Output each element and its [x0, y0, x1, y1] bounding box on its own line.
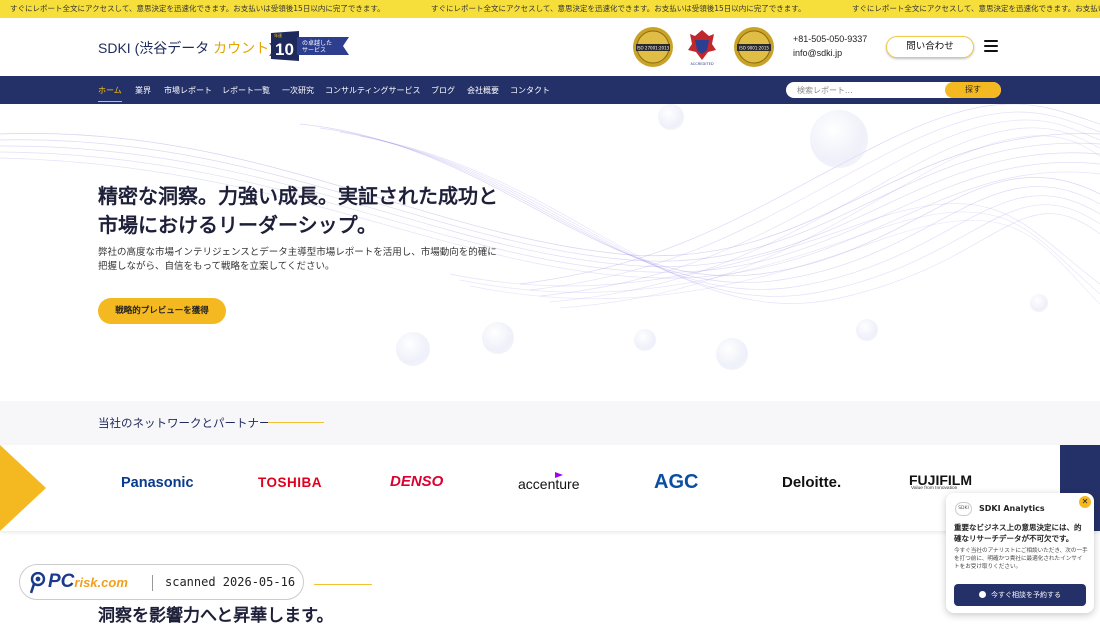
book-consultation-label: 今すぐ相談を予約する — [991, 591, 1061, 599]
chat-heading: 重要なビジネス上の意思決定には、的確なリサーチデータが不可欠です。 — [954, 523, 1082, 543]
decorative-bubble — [856, 319, 878, 341]
ticker-item: すぐにレポート全文にアクセスして、意思決定を迅速化できます。お支払いは受領後15… — [430, 4, 806, 13]
iso-27001-badge: ISO 27001:2013 — [633, 27, 673, 67]
decorative-bubble — [658, 104, 684, 130]
partners-header: 当社のネットワークとパートナー — [0, 401, 1100, 445]
watermark-divider — [152, 575, 153, 591]
arrow-decoration — [0, 445, 46, 531]
partner-logo-toshiba: TOSHIBA — [258, 475, 323, 490]
badge-label: ISO 9001:2015 — [739, 46, 769, 51]
clock-icon — [979, 591, 986, 598]
hero-title: 精密な洞察。力強い成長。実証された成功と市場におけるリーダーシップ。 — [98, 184, 498, 237]
badge-label: ACCREDITED — [690, 62, 713, 66]
hero-section: 精密な洞察。力強い成長。実証された成功と市場におけるリーダーシップ。 弊社の高度… — [0, 104, 1100, 401]
nav-item-primary-research[interactable]: 一次研究 — [282, 85, 314, 96]
partner-logos-strip: Panasonic TOSHIBA DENSO accenture AGC De… — [0, 445, 1100, 531]
ticker-item: すぐにレポート全文にアクセスして、意思決定を迅速化できます。お支払いは受領後15… — [851, 4, 1100, 13]
email-address[interactable]: info@sdki.jp — [793, 46, 867, 60]
phone-number[interactable]: +81-505-050-9337 — [793, 32, 867, 46]
nav-item-industries[interactable]: 業界 — [135, 85, 151, 96]
announcement-ticker: すぐにレポート全文にアクセスして、意思決定を迅速化できます。お支払いは受領後15… — [0, 0, 1100, 18]
award-line2: サービス — [302, 46, 326, 54]
accredited-badge: ACCREDITED — [688, 30, 716, 66]
title-underline — [314, 584, 372, 585]
watermark-brand-suffix: risk.com — [74, 575, 128, 590]
site-logo[interactable]: SDKI (渋谷データ カウント) — [98, 38, 274, 58]
chat-body: 今すぐ当社のアナリストにご相談いただき、次の一手を打つ前に、明確かつ貴社に最適化… — [954, 548, 1088, 570]
search-button[interactable]: 探す — [945, 82, 1001, 98]
award-number: 10 — [275, 40, 294, 59]
partner-logo-panasonic: Panasonic — [121, 475, 194, 491]
close-icon[interactable]: ✕ — [1079, 496, 1091, 508]
menu-icon[interactable] — [984, 40, 998, 52]
book-consultation-button[interactable]: 今すぐ相談を予約する — [954, 584, 1086, 606]
fujifilm-tagline: Value from Innovation — [911, 486, 958, 491]
search-bar: 探す — [786, 82, 1001, 98]
nav-item-home[interactable]: ホーム — [98, 85, 122, 102]
decorative-bubble — [1030, 294, 1048, 312]
partner-logo-agc: AGC — [654, 471, 699, 493]
partner-logo-denso: DENSO — [390, 473, 444, 490]
site-header: SDKI (渋谷データ カウント) 年連 10 の卓越した サービス ISO 2… — [0, 18, 1100, 76]
decorative-bubble — [482, 322, 514, 354]
nav-item-report-list[interactable]: レポート一覧 — [222, 85, 270, 96]
nav-item-about[interactable]: 会社概要 — [467, 85, 499, 96]
insights-title: 洞察を影響力へと昇華します。 — [98, 606, 334, 626]
award-line1: の卓越した — [302, 39, 332, 47]
main-nav: ホーム 業界 市場レポート レポート一覧 一次研究 コンサルティングサービス ブ… — [0, 76, 1100, 104]
nav-item-contact[interactable]: コンタクト — [510, 85, 550, 96]
nav-item-consulting[interactable]: コンサルティングサービス — [325, 85, 421, 96]
decorative-bubble — [634, 329, 656, 351]
ticker-item: すぐにレポート全文にアクセスして、意思決定を迅速化できます。お支払いは受領後15… — [10, 4, 385, 13]
logo-main: SDKI (渋谷データ — [98, 40, 214, 56]
partner-logo-accenture: accenture — [518, 476, 580, 492]
decorative-bubble — [716, 338, 748, 370]
award-small: 年連 — [274, 32, 282, 38]
search-input[interactable] — [786, 82, 946, 98]
strategic-preview-button[interactable]: 戦略的プレビューを獲得 — [98, 298, 226, 324]
partner-logo-deloitte: Deloitte. — [782, 474, 842, 491]
ten-year-award-badge: 年連 10 の卓越した サービス — [271, 31, 349, 61]
badge-label: ISO 27001:2013 — [637, 46, 670, 51]
title-underline — [268, 422, 324, 423]
partners-title: 当社のネットワークとパートナー — [98, 416, 271, 430]
chat-avatar: SDKI — [955, 502, 972, 516]
accenture-chevron-icon — [555, 472, 563, 478]
watermark-logo: PCrisk.com — [48, 571, 128, 593]
scan-watermark: PCrisk.com scanned 2026-05-16 — [19, 564, 304, 600]
logo-accent: カウント — [213, 40, 270, 56]
inquiry-button[interactable]: 問い合わせ — [886, 36, 974, 58]
watermark-text: scanned 2026-05-16 — [165, 575, 296, 589]
watermark-brand: PC — [48, 571, 75, 592]
magnifier-icon — [30, 572, 46, 594]
decorative-bubble — [810, 110, 868, 168]
decorative-bubble — [396, 332, 430, 366]
contact-block: +81-505-050-9337 info@sdki.jp — [793, 32, 867, 60]
chat-widget: ✕ SDKI SDKI Analytics 重要なビジネス上の意思決定には、的確… — [946, 493, 1094, 613]
iso-9001-badge: ISO 9001:2015 — [734, 27, 774, 67]
hero-description: 弊社の高度な市場インテリジェンスとデータ主導型市場レポートを活用し、市場動向を的… — [98, 247, 497, 272]
nav-item-market-reports[interactable]: 市場レポート — [164, 85, 212, 96]
chat-title: SDKI Analytics — [979, 504, 1045, 513]
nav-item-blog[interactable]: ブログ — [431, 85, 455, 96]
